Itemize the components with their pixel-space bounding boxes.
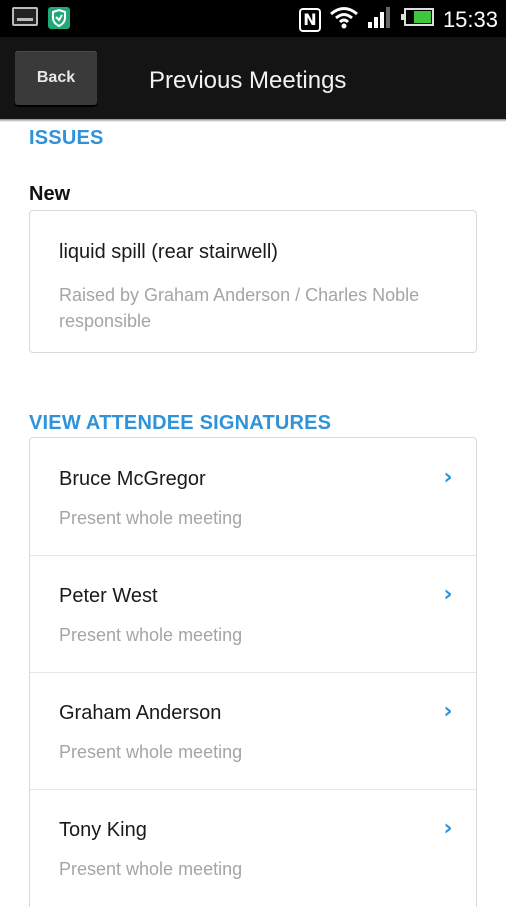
issues-group-label: New <box>29 183 71 205</box>
page-title: Previous Meetings <box>149 67 347 94</box>
attendee-status: Present whole meeting <box>59 859 243 879</box>
attendee-list: Bruce McGregor Present whole meeting › P… <box>29 437 477 907</box>
chevron-right-icon: › <box>443 465 453 490</box>
keyboard-icon <box>12 7 38 26</box>
attendee-name: Tony King <box>59 819 147 841</box>
status-time: 15:33 <box>442 6 498 32</box>
attendee-name: Peter West <box>59 585 158 607</box>
list-item[interactable]: Peter West Present whole meeting › <box>30 555 476 673</box>
action-bar: Back Previous Meetings <box>0 37 506 119</box>
shield-icon <box>48 7 70 29</box>
issue-meta: Raised by Graham Anderson / Charles Nobl… <box>59 285 420 331</box>
signal-icon <box>367 5 393 34</box>
status-bar-left <box>12 7 70 29</box>
attendee-status: Present whole meeting <box>59 625 243 645</box>
action-bar-shadow <box>0 119 506 122</box>
chevron-right-icon: › <box>443 699 453 724</box>
issue-title: liquid spill (rear stairwell) <box>59 241 278 263</box>
nfc-icon: N <box>298 7 321 32</box>
attendees-heading: VIEW ATTENDEE SIGNATURES <box>29 412 332 434</box>
issue-card[interactable]: liquid spill (rear stairwell) Raised by … <box>29 210 477 353</box>
attendee-status: Present whole meeting <box>59 508 243 528</box>
status-bar-right: N 15:33 <box>298 5 498 34</box>
attendee-name: Bruce McGregor <box>59 468 206 490</box>
status-bar: N 15:33 <box>0 0 506 37</box>
chevron-right-icon: › <box>443 582 453 607</box>
attendee-name: Graham Anderson <box>59 702 222 724</box>
list-item[interactable]: Bruce McGregor Present whole meeting › <box>30 438 476 556</box>
issues-heading: ISSUES <box>29 127 104 149</box>
battery-icon <box>400 7 435 32</box>
wifi-icon <box>329 5 359 34</box>
list-item[interactable]: Graham Anderson Present whole meeting › <box>30 672 476 790</box>
chevron-right-icon: › <box>443 816 453 841</box>
attendee-status: Present whole meeting <box>59 742 243 762</box>
list-item[interactable]: Tony King Present whole meeting › <box>30 789 476 906</box>
back-button[interactable]: Back <box>15 51 97 105</box>
